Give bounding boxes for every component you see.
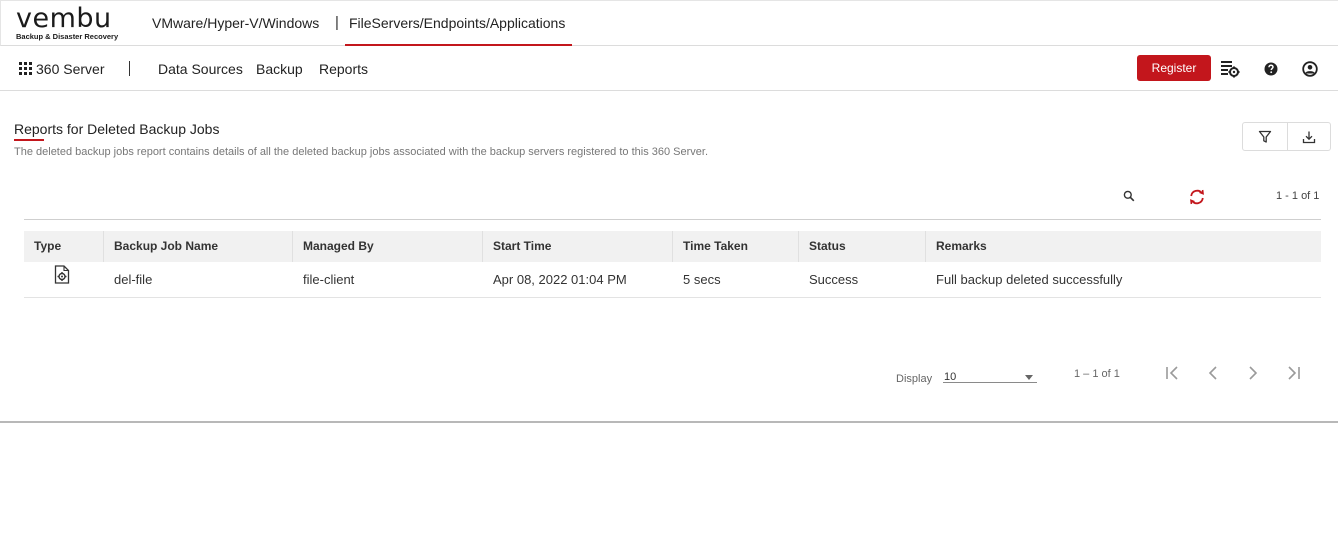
column-header-remarks[interactable]: Remarks: [926, 231, 1321, 262]
prev-page-icon[interactable]: [1204, 364, 1222, 382]
display-label: Display: [896, 373, 933, 385]
top-bar: vembu Backup & Disaster Recovery VMware/…: [0, 0, 1338, 46]
page-size-value: 10: [944, 371, 957, 383]
page-size-select[interactable]: 10: [943, 369, 1037, 383]
column-header-type[interactable]: Type: [24, 231, 104, 262]
help-icon[interactable]: [1261, 59, 1281, 79]
column-header-start-time[interactable]: Start Time: [483, 231, 673, 262]
file-backup-icon: [54, 262, 70, 297]
table-row[interactable]: del-file file-client Apr 08, 2022 01:04 …: [24, 262, 1321, 298]
table-header: Type Backup Job Name Managed By Start Ti…: [24, 231, 1321, 262]
next-page-icon[interactable]: [1244, 364, 1262, 382]
column-header-managed-by[interactable]: Managed By: [293, 231, 483, 262]
time-taken-cell: 5 secs: [683, 272, 721, 287]
job-name-cell: del-file: [114, 272, 153, 287]
page-description: The deleted backup jobs report contains …: [14, 146, 709, 158]
register-button[interactable]: Register: [1137, 55, 1211, 81]
refresh-icon[interactable]: [1188, 188, 1206, 206]
user-icon[interactable]: [1300, 59, 1320, 79]
title-underline: [14, 139, 44, 141]
search-icon[interactable]: [1122, 189, 1136, 203]
deleted-jobs-table: Type Backup Job Name Managed By Start Ti…: [24, 231, 1321, 298]
nav-divider: [129, 61, 130, 76]
product-tab-fileservers[interactable]: FileServers/Endpoints/Applications: [349, 15, 565, 31]
column-header-job-name[interactable]: Backup Job Name: [104, 231, 293, 262]
record-count: 1 - 1 of 1: [1276, 190, 1320, 202]
start-time-cell: Apr 08, 2022 01:04 PM: [493, 272, 627, 287]
nav-item-backup[interactable]: Backup: [256, 61, 303, 77]
nav-item-reports[interactable]: Reports: [319, 61, 368, 77]
filter-icon[interactable]: [1243, 123, 1287, 150]
first-page-icon[interactable]: [1164, 364, 1182, 382]
chevron-down-icon: [1025, 375, 1033, 380]
pagination-range: 1 – 1 of 1: [1074, 368, 1120, 380]
nav-brand[interactable]: 360 Server: [36, 61, 104, 77]
logo-tagline: Backup & Disaster Recovery: [16, 32, 119, 41]
page-title: Reports for Deleted Backup Jobs: [14, 121, 220, 137]
report-actions: [1242, 122, 1331, 151]
content-bottom-divider: [0, 421, 1338, 423]
table-divider: [24, 219, 1321, 220]
download-icon[interactable]: [1286, 123, 1331, 150]
column-header-status[interactable]: Status: [799, 231, 926, 262]
status-cell: Success: [809, 272, 859, 287]
nav-bar: 360 Server Data Sources Backup Reports R…: [0, 46, 1338, 91]
remarks-cell: Full backup deleted successfully: [936, 272, 1123, 287]
product-tab-vmware[interactable]: VMware/Hyper-V/Windows: [152, 15, 319, 31]
product-tab-separator: |: [335, 14, 339, 31]
managed-by-cell: file-client: [303, 272, 355, 287]
column-header-time-taken[interactable]: Time Taken: [673, 231, 799, 262]
last-page-icon[interactable]: [1284, 364, 1302, 382]
type-cell: [24, 262, 104, 297]
nav-item-data-sources[interactable]: Data Sources: [158, 61, 243, 77]
settings-list-icon[interactable]: [1220, 59, 1240, 79]
apps-grid-icon[interactable]: [19, 62, 32, 75]
vembu-logo[interactable]: vembu Backup & Disaster Recovery: [16, 5, 126, 43]
logo-wordmark: vembu: [16, 3, 112, 34]
